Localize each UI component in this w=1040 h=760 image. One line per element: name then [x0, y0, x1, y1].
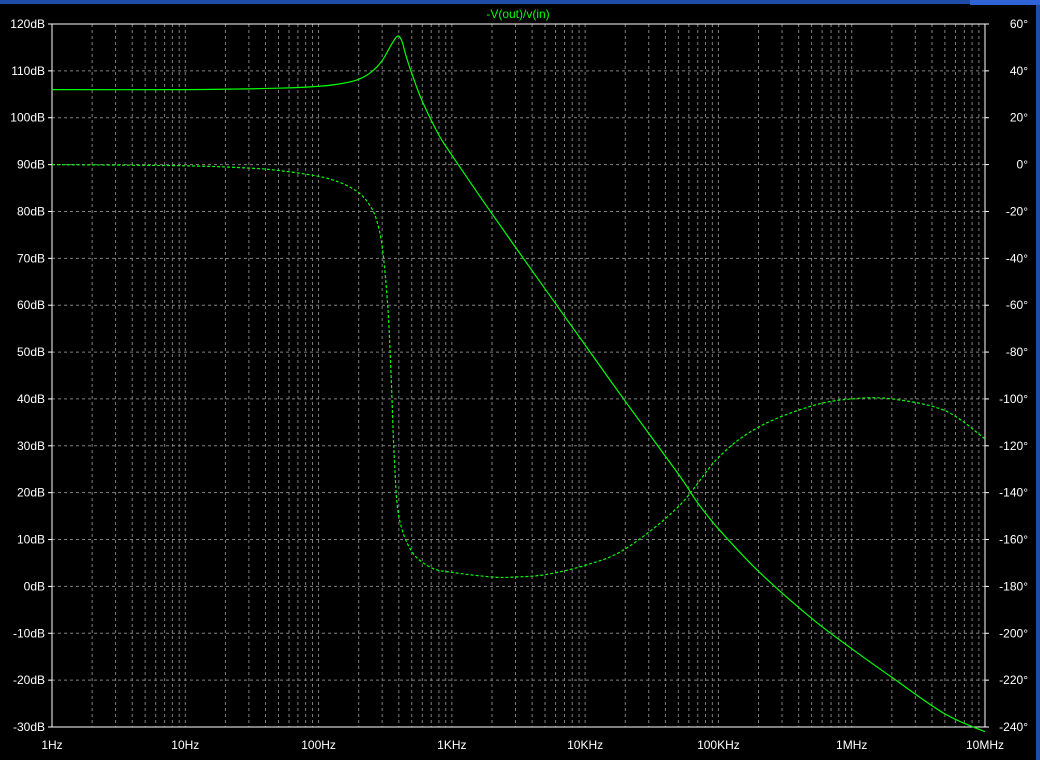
x-tick-label: 1KHz: [437, 738, 466, 752]
y-right-tick-label: -220°: [999, 673, 1028, 687]
y-right-tick-label: -20°: [1006, 204, 1028, 218]
y-right-tick-label: -160°: [999, 533, 1028, 547]
y-right-tick-label: 0°: [1017, 158, 1029, 172]
y-left-tick-label: 40dB: [17, 392, 45, 406]
y-left-tick-label: 10dB: [17, 533, 45, 547]
plot-window: -V(out)/v(in) 1Hz 10Hz 100Hz 1KHz 10KHz 100KH…: [0, 0, 1040, 760]
y-right-tick-label: -140°: [999, 486, 1028, 500]
trace-title[interactable]: -V(out)/v(in): [486, 7, 549, 21]
y-right-tick-label: -240°: [999, 720, 1028, 734]
y-right-tick-label: 20°: [1010, 111, 1028, 125]
y-left-axis-labels: 120dB 110dB 100dB 90dB 80dB 70dB 60dB 50dB 40dB 3…: [10, 17, 52, 734]
y-left-tick-label: 90dB: [17, 158, 45, 172]
y-right-tick-label: -100°: [999, 392, 1028, 406]
x-tick-label: 10MHz: [966, 738, 1004, 752]
x-tick-label: 100KHz: [697, 738, 740, 752]
grid: [51, 23, 985, 728]
y-left-tick-label: 120dB: [10, 17, 45, 31]
y-right-tick-label: -200°: [999, 626, 1028, 640]
y-right-tick-label: -80°: [1006, 345, 1028, 359]
y-right-axis-labels: 60° 40° 20° 0° -20° -40° -60° -80° -100° -120° -14…: [985, 17, 1028, 734]
y-right-tick-label: 40°: [1010, 64, 1028, 78]
traces: [51, 35, 986, 733]
y-right-tick-label: -40°: [1006, 251, 1028, 265]
phase-trace[interactable]: [51, 164, 986, 579]
y-left-tick-label: 20dB: [17, 486, 45, 500]
x-tick-label: 10KHz: [567, 738, 603, 752]
x-tick-label: 100Hz: [301, 738, 336, 752]
y-left-tick-label: 70dB: [17, 251, 45, 265]
x-tick-label: 1Hz: [41, 738, 62, 752]
plot-frame: [51, 23, 986, 728]
y-right-tick-label: 60°: [1010, 17, 1028, 31]
y-left-tick-label: 100dB: [10, 111, 45, 125]
y-left-tick-label: 80dB: [17, 204, 45, 218]
y-left-tick-label: -10dB: [13, 626, 45, 640]
x-tick-label: 10Hz: [171, 738, 199, 752]
y-left-tick-label: 60dB: [17, 298, 45, 312]
x-tick-label: 1MHz: [836, 738, 867, 752]
magnitude-trace[interactable]: [51, 35, 986, 733]
y-left-tick-label: 50dB: [17, 345, 45, 359]
y-left-tick-label: 110dB: [11, 64, 45, 78]
y-right-tick-label: -60°: [1006, 298, 1028, 312]
y-left-tick-label: 30dB: [17, 439, 45, 453]
x-axis-labels: 1Hz 10Hz 100Hz 1KHz 10KHz 100KHz 1MHz 10MHz: [41, 738, 1004, 752]
bode-plot[interactable]: -V(out)/v(in) 1Hz 10Hz 100Hz 1KHz 10KHz 100KH…: [0, 0, 1040, 760]
y-left-tick-label: -20dB: [13, 673, 45, 687]
y-left-tick-label: 0dB: [24, 579, 45, 593]
y-left-tick-label: -30dB: [13, 720, 45, 734]
y-right-tick-label: -180°: [999, 579, 1028, 593]
y-right-tick-label: -120°: [999, 439, 1028, 453]
